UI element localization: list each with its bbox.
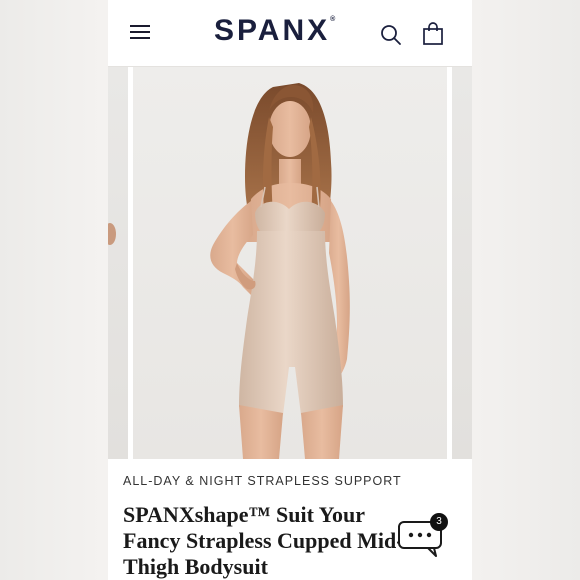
product-image-carousel[interactable] — [108, 67, 472, 459]
model-photo — [210, 83, 350, 459]
registered-mark: ® — [330, 16, 336, 23]
chat-unread-badge: 3 — [430, 513, 448, 531]
brand-logo[interactable]: SPANX® — [214, 14, 335, 48]
search-icon[interactable] — [380, 24, 402, 46]
hamburger-menu-icon[interactable] — [130, 24, 150, 40]
product-eyebrow: ALL-DAY & NIGHT STRAPLESS SUPPORT — [123, 474, 402, 488]
previous-slide-image — [108, 223, 116, 245]
previous-slide-peek[interactable] — [108, 67, 128, 459]
product-title: SPANXshape™ Suit Your Fancy Strapless Cu… — [123, 502, 404, 579]
next-slide-peek[interactable] — [452, 67, 472, 459]
mobile-page: SPANX® ALL-DAY & NIGHT STRAPLESS SUPPORT… — [108, 0, 472, 580]
brand-logo-text: SPANX — [214, 14, 331, 47]
product-info: ALL-DAY & NIGHT STRAPLESS SUPPORT SPANXs… — [123, 470, 423, 580]
site-header: SPANX® — [108, 0, 472, 67]
screenshot-frame: SPANX® ALL-DAY & NIGHT STRAPLESS SUPPORT… — [0, 0, 580, 580]
shopping-bag-icon[interactable] — [422, 22, 444, 46]
product-image[interactable] — [133, 67, 447, 459]
